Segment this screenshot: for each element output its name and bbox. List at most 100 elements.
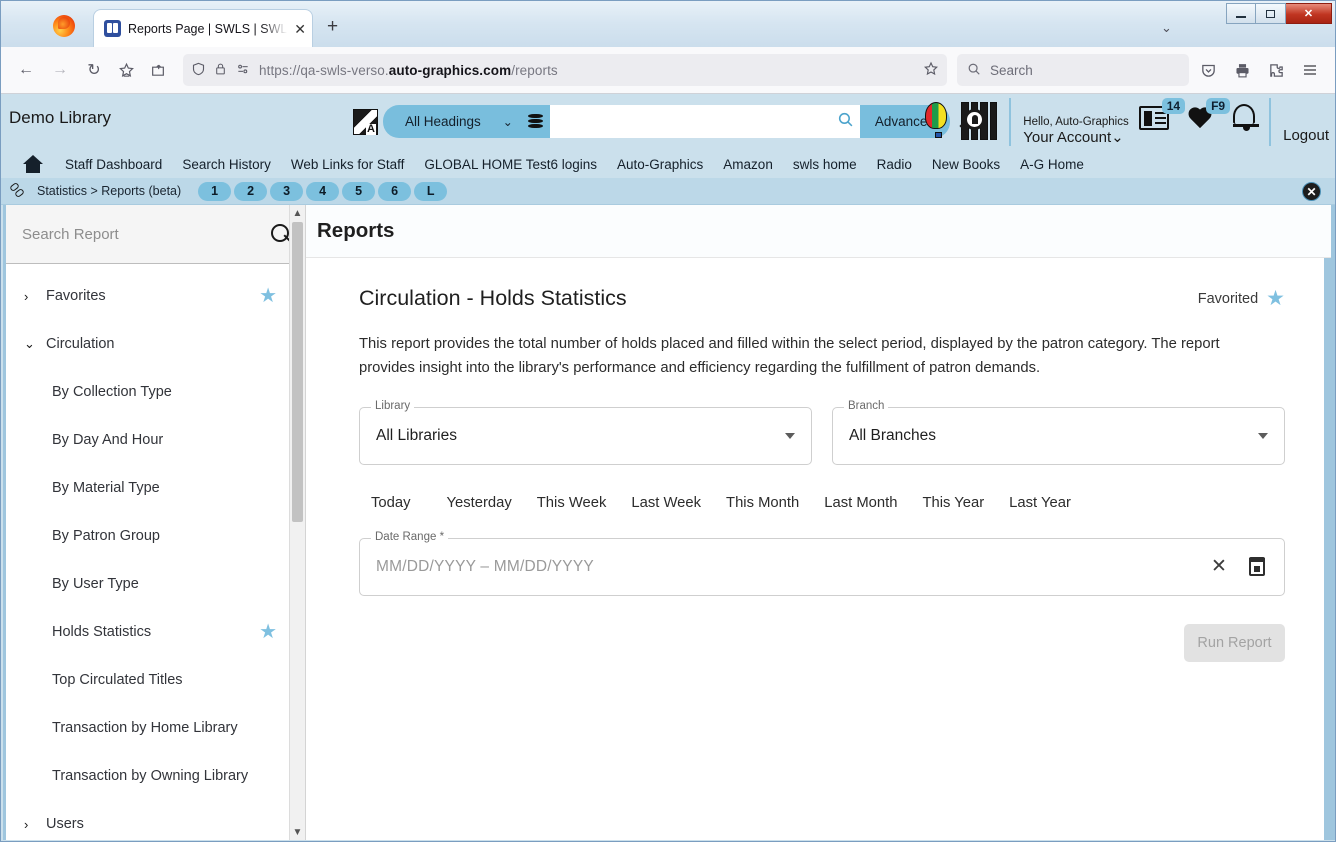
period-tab-this-month[interactable]: This Month — [726, 495, 824, 511]
sidebar-item-holds-statistics[interactable]: Holds Statistics ★ — [6, 608, 305, 656]
shield-icon[interactable] — [191, 61, 206, 80]
search-scope-select[interactable]: All Headings ⌄ — [383, 105, 522, 138]
sidebar-scrollbar[interactable]: ▲ ▼ — [289, 205, 305, 840]
maximize-button[interactable] — [1256, 3, 1286, 24]
scrollbar-thumb[interactable] — [1324, 258, 1331, 840]
sidebar-item-users[interactable]: › Users — [6, 800, 305, 840]
bookmark-star-icon[interactable] — [113, 57, 139, 83]
sidebar-item-label: Top Circulated Titles — [52, 672, 183, 689]
search-icon[interactable] — [271, 224, 291, 244]
navlink-ag-home[interactable]: A-G Home — [1020, 157, 1084, 172]
sidebar-item-by-material-type[interactable]: By Material Type — [6, 464, 305, 512]
new-tab-button[interactable]: + — [327, 17, 338, 36]
your-account-link[interactable]: Your Account⌄ — [1023, 128, 1128, 146]
date-range-field[interactable]: Date Range * MM/DD/YYYY – MM/DD/YYYY ✕ — [359, 530, 1285, 596]
period-tab-last-year[interactable]: Last Year — [1009, 495, 1096, 511]
navlink-swls-home[interactable]: swls home — [793, 157, 857, 172]
home-icon[interactable] — [23, 155, 43, 173]
catalog-search-input-wrap[interactable] — [549, 105, 860, 138]
print-icon[interactable] — [1227, 55, 1257, 85]
save-to-pocket-icon[interactable] — [143, 55, 173, 85]
app-menu-icon[interactable] — [1295, 55, 1325, 85]
favorite-star-icon[interactable]: ★ — [259, 622, 277, 642]
navlink-auto-graphics[interactable]: Auto-Graphics — [617, 157, 703, 172]
main-scrollbar[interactable] — [1324, 205, 1331, 840]
period-tab-last-month[interactable]: Last Month — [824, 495, 922, 511]
sidebar-item-transaction-by-home-library[interactable]: Transaction by Home Library — [6, 704, 305, 752]
hot-air-balloon-icon[interactable] — [925, 102, 951, 142]
period-tab-this-week[interactable]: This Week — [537, 495, 632, 511]
url-bar[interactable]: https://qa-swls-verso.auto-graphics.com/… — [183, 54, 947, 86]
back-button[interactable]: ← — [11, 55, 41, 85]
lock-icon[interactable] — [214, 61, 227, 80]
report-title: Circulation - Holds Statistics — [359, 286, 627, 310]
browser-navbar: ← → ↻ https://qa-swls-verso.auto-graphic… — [1, 47, 1335, 94]
favorite-star-icon[interactable]: ★ — [259, 286, 277, 306]
navlink-staff-dashboard[interactable]: Staff Dashboard — [65, 157, 162, 172]
minimize-button[interactable] — [1226, 3, 1256, 24]
favorited-toggle[interactable]: Favorited ★ — [1198, 288, 1285, 309]
scrollbar-thumb[interactable] — [292, 222, 303, 522]
session-pill-1[interactable]: 1 — [198, 181, 232, 201]
navlink-new-books[interactable]: New Books — [932, 157, 1000, 172]
sidebar-item-by-user-type[interactable]: By User Type — [6, 560, 305, 608]
session-pill-6[interactable]: 6 — [378, 181, 412, 201]
period-tab-today[interactable]: Today — [359, 495, 447, 511]
notifications-bell-icon[interactable] — [1233, 104, 1260, 134]
period-tab-last-week[interactable]: Last Week — [631, 495, 726, 511]
forward-button[interactable]: → — [45, 55, 75, 85]
search-books-icon[interactable] — [957, 102, 1001, 140]
sidebar-item-top-circulated-titles[interactable]: Top Circulated Titles — [6, 656, 305, 704]
sidebar-item-transaction-by-owning-library[interactable]: Transaction by Owning Library — [6, 752, 305, 800]
session-pill-l[interactable]: L — [414, 181, 448, 201]
account-menu[interactable]: Hello, Auto-Graphics Your Account⌄ — [1009, 98, 1129, 146]
scroll-up-icon[interactable]: ▲ — [290, 205, 305, 221]
branch-select[interactable]: Branch All Branches — [832, 399, 1285, 465]
main-content: Reports Circulation - Holds Statistics F… — [306, 205, 1335, 840]
navlink-radio[interactable]: Radio — [877, 157, 912, 172]
list-all-tabs-icon[interactable]: ⌄ — [1161, 20, 1172, 36]
navlink-global-home-test6-logins[interactable]: GLOBAL HOME Test6 logins — [424, 157, 597, 172]
browser-search-box[interactable]: Search — [957, 54, 1189, 86]
library-select[interactable]: Library All Libraries — [359, 399, 812, 465]
page-bookmark-icon[interactable] — [923, 61, 939, 80]
favorite-star-icon[interactable]: ★ — [1266, 288, 1285, 309]
sidebar-item-by-patron-group[interactable]: By Patron Group — [6, 512, 305, 560]
chevron-down-icon: ⌄ — [24, 336, 35, 352]
database-icon[interactable] — [521, 105, 550, 138]
catalog-search-input[interactable] — [555, 105, 837, 138]
session-pill-4[interactable]: 4 — [306, 181, 340, 201]
sidebar-item-circulation[interactable]: ⌄ Circulation — [6, 320, 305, 368]
window-controls: ✕ — [1226, 3, 1332, 24]
close-window-button[interactable]: ✕ — [1286, 3, 1332, 24]
scroll-down-icon[interactable]: ▼ — [290, 824, 305, 840]
period-tab-yesterday[interactable]: Yesterday — [447, 495, 537, 511]
pocket-icon[interactable] — [1193, 55, 1223, 85]
session-pill-2[interactable]: 2 — [234, 181, 268, 201]
calendar-icon[interactable] — [1246, 556, 1268, 578]
navlink-search-history[interactable]: Search History — [182, 157, 271, 172]
navlink-web-links-for-staff[interactable]: Web Links for Staff — [291, 157, 405, 172]
extensions-icon[interactable] — [1261, 55, 1291, 85]
period-tab-this-year[interactable]: This Year — [922, 495, 1009, 511]
close-icon[interactable]: ✕ — [1302, 182, 1321, 201]
browser-search-placeholder: Search — [990, 62, 1033, 78]
clear-date-icon[interactable]: ✕ — [1208, 556, 1230, 578]
session-pill-3[interactable]: 3 — [270, 181, 304, 201]
sidebar-item-by-collection-type[interactable]: By Collection Type — [6, 368, 305, 416]
sidebar-search[interactable] — [6, 205, 305, 265]
browser-tab[interactable]: Reports Page | SWLS | SWLS | Au ✕ — [93, 9, 313, 47]
logout-link[interactable]: Logout — [1269, 98, 1329, 146]
sidebar-item-favorites[interactable]: › Favorites ★ — [6, 272, 305, 320]
search-report-input[interactable] — [22, 225, 271, 243]
tab-close-icon[interactable]: ✕ — [294, 22, 306, 36]
navlink-amazon[interactable]: Amazon — [723, 157, 773, 172]
sidebar-item-by-day-and-hour[interactable]: By Day And Hour — [6, 416, 305, 464]
reload-button[interactable]: ↻ — [79, 55, 109, 85]
run-report-button[interactable]: Run Report — [1184, 623, 1285, 662]
permissions-icon[interactable] — [235, 62, 251, 79]
session-pill-5[interactable]: 5 — [342, 181, 376, 201]
search-submit-icon[interactable] — [837, 111, 854, 133]
date-range-label: Date Range * — [371, 530, 449, 543]
chevron-right-icon: › — [24, 816, 29, 832]
